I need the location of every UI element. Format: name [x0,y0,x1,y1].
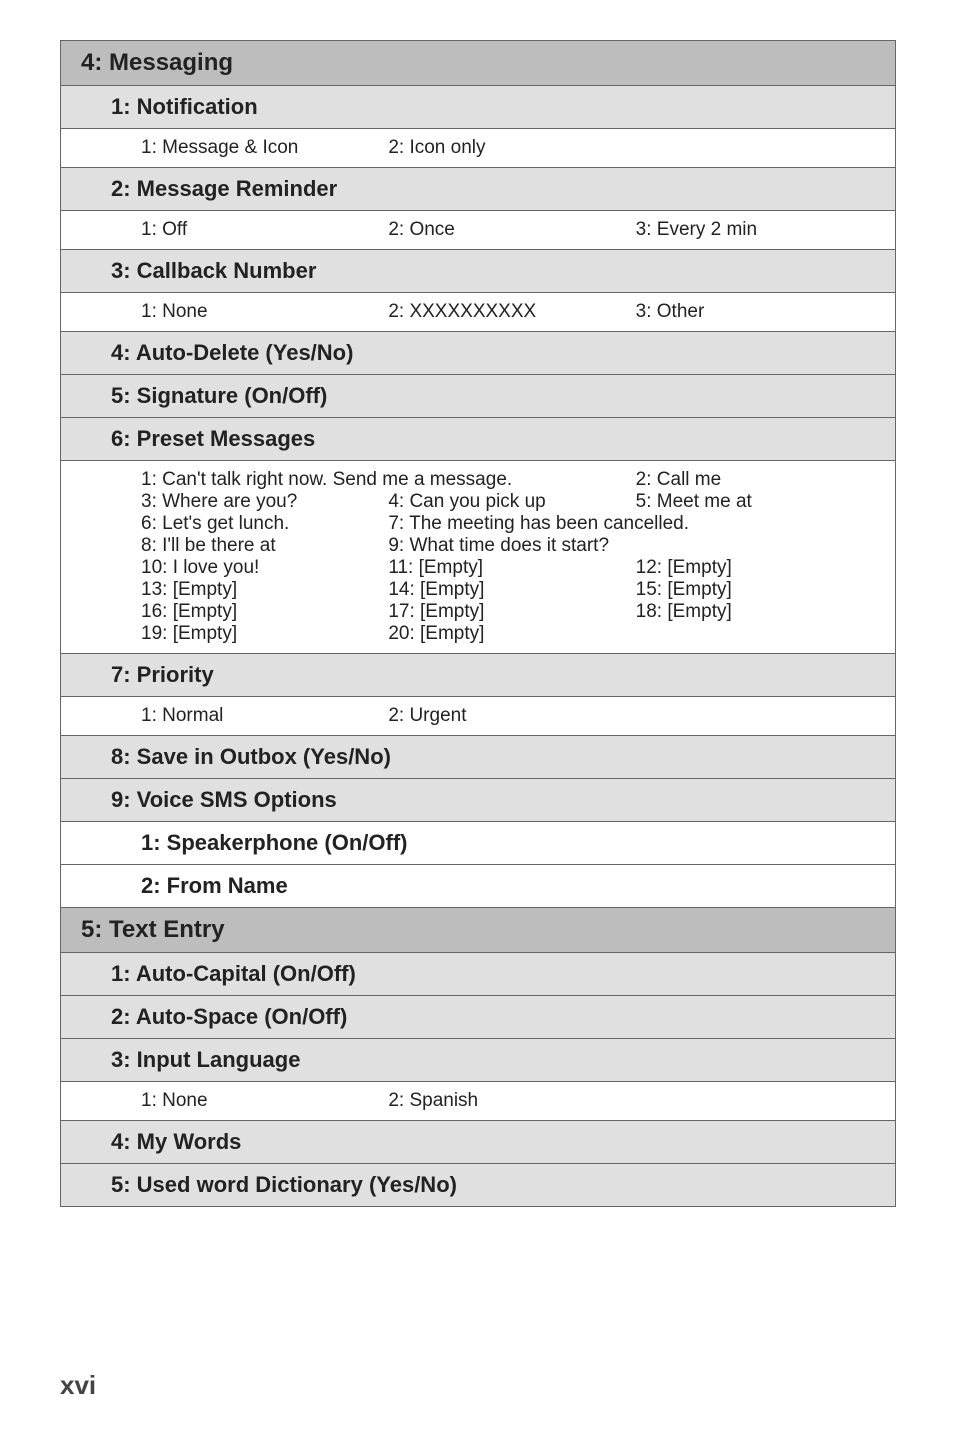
section-textentry: 5: Text Entry [61,908,895,953]
menu-table: 4: Messaging 1: Notification 1: Message … [60,40,896,1207]
option: 3: Other [636,301,883,323]
option: 1: Normal [141,705,388,727]
options-notification: 1: Message & Icon 2: Icon only [61,129,895,168]
option: 20: [Empty] [388,623,635,645]
option: 11: [Empty] [388,557,635,579]
subsection-autospace: 2: Auto-Space (On/Off) [61,996,895,1039]
option: 17: [Empty] [388,601,635,623]
options-callback: 1: None 2: XXXXXXXXXX 3: Other [61,293,895,332]
option: 16: [Empty] [141,601,388,623]
option: 3: Every 2 min [636,219,883,241]
subsection-signature: 5: Signature (On/Off) [61,375,895,418]
section-messaging: 4: Messaging [61,41,895,86]
page: 4: Messaging 1: Notification 1: Message … [0,0,954,1431]
option [636,623,883,645]
option: 6: Let's get lunch. [141,513,388,535]
option: 4: Can you pick up [388,491,635,513]
subsection-callback: 3: Callback Number [61,250,895,293]
subsection-autocapital: 1: Auto-Capital (On/Off) [61,953,895,996]
option: 2: Spanish [388,1090,635,1112]
option: 18: [Empty] [636,601,883,623]
option: 1: Can't talk right now. Send me a messa… [141,469,636,491]
option: 2: XXXXXXXXXX [388,301,635,323]
option [636,137,883,159]
option: 2: Icon only [388,137,635,159]
subsub-speakerphone: 1: Speakerphone (On/Off) [61,822,895,865]
options-priority: 1: Normal 2: Urgent [61,697,895,736]
option: 9: What time does it start? [388,535,883,557]
subsection-priority: 7: Priority [61,654,895,697]
subsection-saveoutbox: 8: Save in Outbox (Yes/No) [61,736,895,779]
subsection-mywords: 4: My Words [61,1121,895,1164]
subsection-voicesms: 9: Voice SMS Options [61,779,895,822]
option: 12: [Empty] [636,557,883,579]
option [636,705,883,727]
option: 5: Meet me at [636,491,883,513]
option: 2: Call me [636,469,883,491]
option: 1: Off [141,219,388,241]
option: 13: [Empty] [141,579,388,601]
option: 1: Message & Icon [141,137,388,159]
option: 14: [Empty] [388,579,635,601]
page-number: xvi [60,1370,96,1401]
subsub-fromname: 2: From Name [61,865,895,908]
subsection-notification: 1: Notification [61,86,895,129]
option [636,1090,883,1112]
option: 10: I love you! [141,557,388,579]
options-reminder: 1: Off 2: Once 3: Every 2 min [61,211,895,250]
option: 15: [Empty] [636,579,883,601]
options-inputlang: 1: None 2: Spanish [61,1082,895,1121]
subsection-autodelete: 4: Auto-Delete (Yes/No) [61,332,895,375]
option: 1: None [141,301,388,323]
option: 8: I'll be there at [141,535,388,557]
option: 2: Once [388,219,635,241]
options-preset: 1: Can't talk right now. Send me a messa… [61,461,895,654]
option: 7: The meeting has been cancelled. [388,513,883,535]
option: 19: [Empty] [141,623,388,645]
subsection-inputlang: 3: Input Language [61,1039,895,1082]
option: 2: Urgent [388,705,635,727]
option: 1: None [141,1090,388,1112]
subsection-preset: 6: Preset Messages [61,418,895,461]
option: 3: Where are you? [141,491,388,513]
subsection-useddict: 5: Used word Dictionary (Yes/No) [61,1164,895,1206]
subsection-reminder: 2: Message Reminder [61,168,895,211]
